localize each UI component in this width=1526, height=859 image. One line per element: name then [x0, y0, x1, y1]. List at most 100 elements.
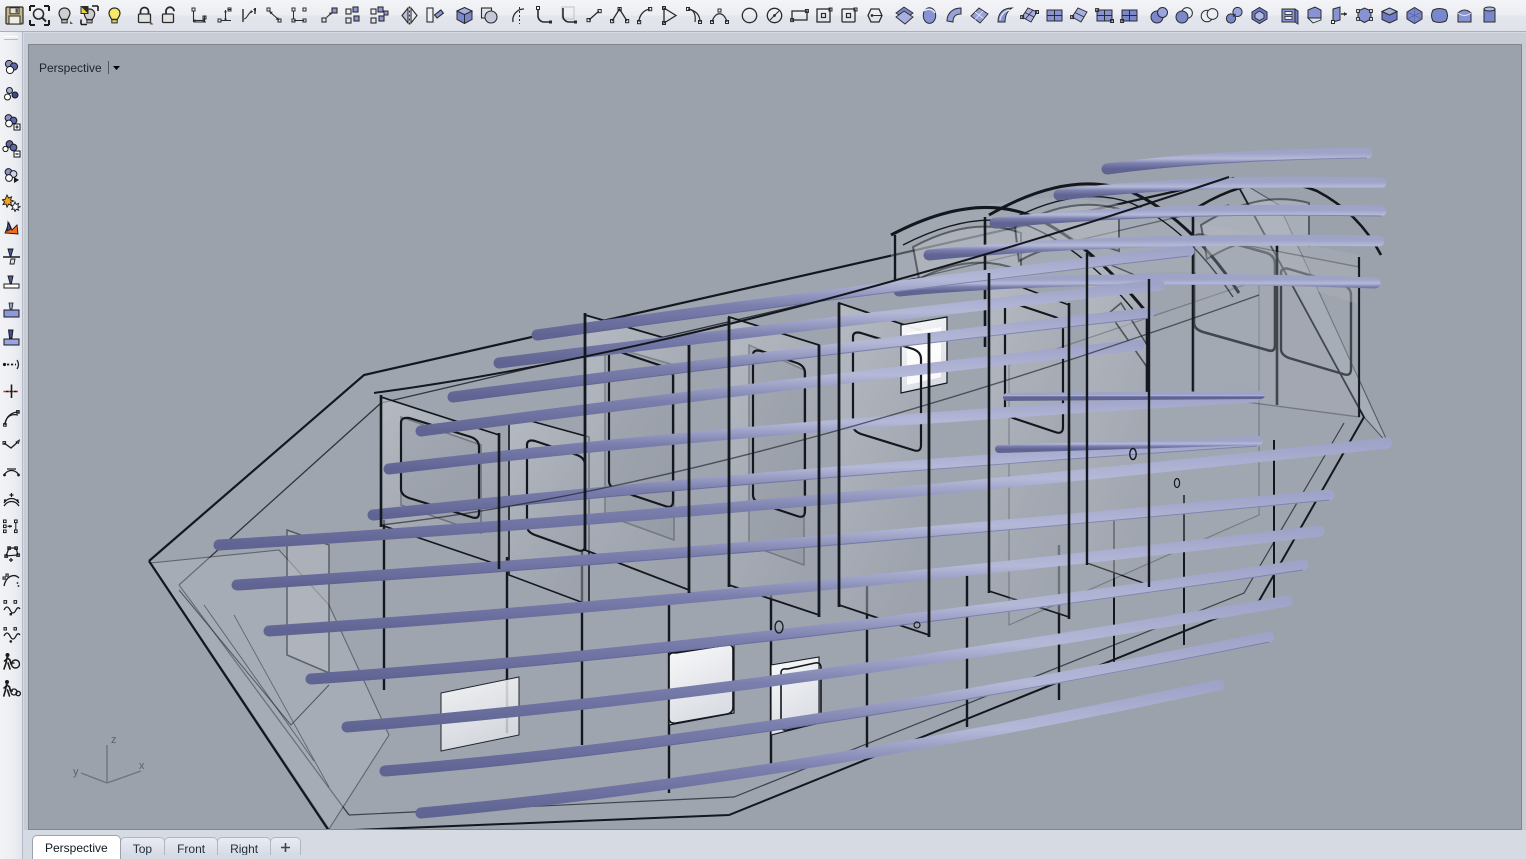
save-icon[interactable] [2, 3, 27, 29]
lightbulb-off-icon[interactable] [52, 3, 77, 29]
bool-split-icon[interactable] [1222, 3, 1247, 29]
arc-dot-icon[interactable] [507, 3, 532, 29]
walkthrough-icon[interactable] [0, 648, 22, 675]
surface-loft-icon[interactable] [917, 3, 942, 29]
cube-icon[interactable] [1377, 3, 1402, 29]
curve-fillet-icon[interactable] [532, 3, 557, 29]
viewport-tab-label: Perspective [45, 841, 108, 855]
trim-icon[interactable] [0, 243, 22, 270]
curve-blend-icon[interactable] [557, 3, 582, 29]
box-edit-icon[interactable] [1352, 3, 1377, 29]
viewport-tab-label: Front [177, 842, 205, 856]
lightbulb-on-icon[interactable] [102, 3, 127, 29]
boat-frame-model [29, 45, 1522, 830]
curve-smooth-icon[interactable] [0, 621, 22, 648]
zoom-extents-icon[interactable] [27, 3, 52, 29]
rounded-rect-icon[interactable] [837, 3, 862, 29]
dim-aligned-icon[interactable] [262, 3, 287, 29]
surface-grid-icon[interactable] [1017, 3, 1042, 29]
extrude-icon[interactable] [1327, 3, 1352, 29]
triangle-curve-icon[interactable] [657, 3, 682, 29]
curve-offset-icon[interactable] [0, 486, 22, 513]
extract-surface-icon[interactable] [1302, 3, 1327, 29]
array-icon[interactable] [342, 3, 367, 29]
surface-grid2-icon[interactable] [1092, 3, 1117, 29]
polyline-icon[interactable] [607, 3, 632, 29]
surface-planar-icon[interactable] [892, 3, 917, 29]
circle-radius-icon[interactable] [762, 3, 787, 29]
solid-faceted-icon[interactable] [1247, 3, 1272, 29]
walkthrough-pan-icon[interactable] [0, 675, 22, 702]
surface-edge-icon[interactable] [1042, 3, 1067, 29]
select-points-icon[interactable] [0, 81, 22, 108]
viewport-label-text: Perspective [39, 61, 102, 75]
sphere-icon[interactable] [1402, 3, 1427, 29]
surface-sweep1-icon[interactable] [942, 3, 967, 29]
curve-extend-icon[interactable] [0, 594, 22, 621]
scale-icon[interactable] [317, 3, 342, 29]
curve-rebuild-icon[interactable] [0, 513, 22, 540]
divide-curve-icon[interactable] [0, 378, 22, 405]
point-array-icon[interactable] [0, 540, 22, 567]
surface-revolve-icon[interactable] [992, 3, 1017, 29]
surface-grid3-icon[interactable] [1117, 3, 1142, 29]
tube-icon[interactable] [1452, 3, 1477, 29]
select-invert-icon[interactable] [0, 162, 22, 189]
standard-toolbar [0, 0, 1526, 32]
curve-fillet-corner-icon[interactable] [0, 432, 22, 459]
perspective-viewport[interactable]: Perspective z x y [28, 44, 1522, 830]
mirror-icon[interactable] [397, 3, 422, 29]
pillow-icon[interactable] [1427, 3, 1452, 29]
bool-intersect-icon[interactable] [1197, 3, 1222, 29]
line-segment-icon[interactable] [582, 3, 607, 29]
cylinder-icon[interactable] [1477, 3, 1502, 29]
viewport-tab-label: Right [230, 842, 258, 856]
cap-planar-icon[interactable] [1277, 3, 1302, 29]
curve-interp-icon[interactable] [707, 3, 732, 29]
chevron-down-icon[interactable] [108, 61, 121, 74]
dim-leader-icon[interactable] [237, 3, 262, 29]
surface-network-icon[interactable] [967, 3, 992, 29]
surface-corner-icon[interactable] [1067, 3, 1092, 29]
orient-icon[interactable] [422, 3, 447, 29]
viewport-label[interactable]: Perspective [37, 59, 123, 76]
box-solid-icon[interactable] [452, 3, 477, 29]
viewport-tab-label: Top [133, 842, 152, 856]
untrim-icon[interactable] [0, 270, 22, 297]
crossing-curves-icon[interactable] [0, 405, 22, 432]
curve-from-points-icon[interactable] [0, 567, 22, 594]
curve-join-icon[interactable] [0, 459, 22, 486]
bool-difference-icon[interactable] [1172, 3, 1197, 29]
status-bar [24, 855, 1526, 859]
split-edge-icon[interactable] [0, 297, 22, 324]
array-polar-icon[interactable] [367, 3, 392, 29]
dim-vertical-icon[interactable] [212, 3, 237, 29]
arc-3point-icon[interactable] [632, 3, 657, 29]
select-objects-icon[interactable] [0, 54, 22, 81]
viewport-tab-perspective[interactable]: Perspective [32, 835, 121, 859]
lock-open-icon[interactable] [157, 3, 182, 29]
rectangle-center-icon[interactable] [812, 3, 837, 29]
viewport-container: Perspective z x y [24, 33, 1526, 859]
osnap-and-tools-toolbar [0, 32, 23, 859]
bool-union-sphere-icon[interactable] [1147, 3, 1172, 29]
dashed-line-icon[interactable] [0, 351, 22, 378]
rhino-application-window: Perspective z x y Perspective Top [0, 0, 1526, 859]
curve-control-icon[interactable] [682, 3, 707, 29]
boolean-split-burst-icon[interactable] [0, 216, 22, 243]
lightbulb-half-icon[interactable] [77, 3, 102, 29]
select-add-icon[interactable] [0, 108, 22, 135]
polygon-icon[interactable] [862, 3, 887, 29]
lock-closed-icon[interactable] [132, 3, 157, 29]
toolbar-grip[interactable] [4, 36, 18, 40]
dim-horizontal-icon[interactable] [187, 3, 212, 29]
boolean-union-icon[interactable] [477, 3, 502, 29]
dim-ordinate-icon[interactable] [287, 3, 312, 29]
axis-z-label: z [111, 734, 117, 746]
project-to-cplane-icon[interactable] [0, 324, 22, 351]
explode-icon[interactable] [0, 189, 22, 216]
rectangle-icon[interactable] [787, 3, 812, 29]
select-remove-icon[interactable] [0, 135, 22, 162]
circle-icon[interactable] [737, 3, 762, 29]
axis-x-label: x [139, 760, 145, 772]
